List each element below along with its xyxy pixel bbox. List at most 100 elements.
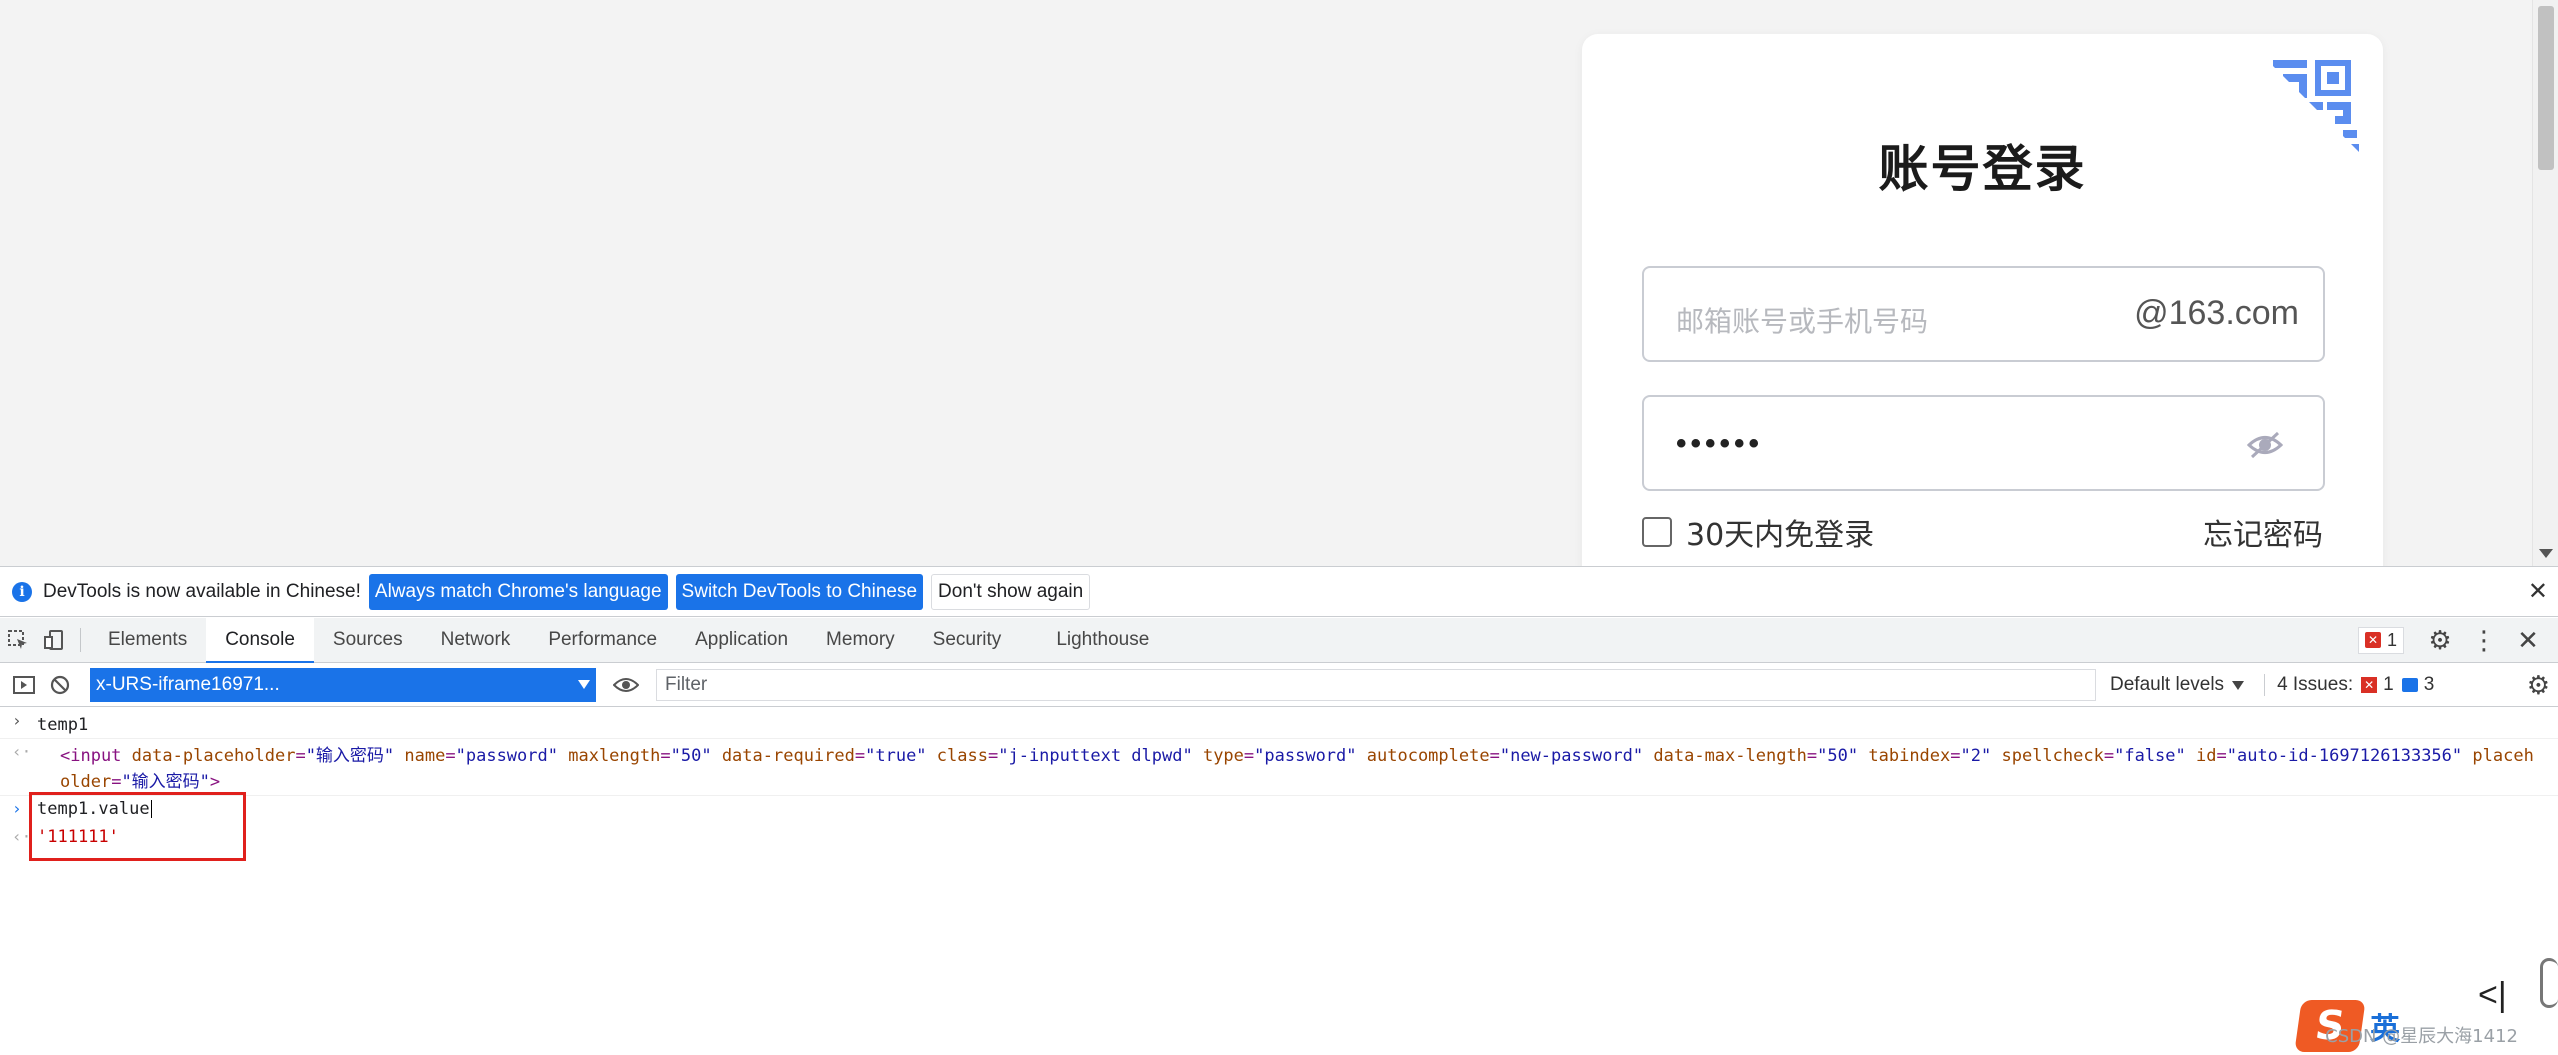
issues-label: 4 Issues:: [2277, 674, 2354, 695]
tab-elements[interactable]: Elements: [89, 618, 206, 662]
clear-console-icon[interactable]: [42, 674, 78, 696]
issue-message-icon: [2401, 678, 2418, 692]
login-card: 账号登录 邮箱账号或手机号码 @163.com •••••• 30天内免登录 忘…: [1582, 34, 2383, 566]
tab-security[interactable]: Security: [914, 618, 1021, 662]
more-options-icon[interactable]: ⋮: [2462, 625, 2506, 656]
tab-performance[interactable]: Performance: [529, 618, 676, 662]
html-attr-value: "输入密码": [121, 772, 210, 792]
html-attr-value: "password": [455, 746, 558, 766]
dont-show-again-button[interactable]: Don't show again: [931, 573, 1091, 610]
annotation-highlight-box: [29, 792, 246, 861]
eye-hidden-icon[interactable]: [2247, 430, 2283, 460]
issue-message-count: 3: [2423, 674, 2435, 695]
email-placeholder: 邮箱账号或手机号码: [1676, 305, 1929, 338]
tab-sources[interactable]: Sources: [314, 618, 422, 662]
html-attr-name: maxlength: [568, 746, 661, 766]
html-attr-value: "auto-id-1697126133356": [2226, 746, 2463, 766]
remember-checkbox[interactable]: [1642, 517, 1672, 547]
live-expression-eye-icon[interactable]: [608, 676, 644, 694]
html-attr-name: tabindex: [1868, 746, 1951, 766]
html-attr-name: data-required: [721, 746, 855, 766]
forgot-password-link[interactable]: 忘记密码: [2203, 510, 2323, 554]
password-field[interactable]: ••••••: [1642, 395, 2325, 491]
close-devtools-icon[interactable]: ✕: [2506, 625, 2550, 656]
switch-to-chinese-button[interactable]: Switch DevTools to Chinese: [675, 573, 924, 610]
tab-network[interactable]: Network: [422, 618, 530, 662]
filter-placeholder: Filter: [665, 674, 708, 695]
remember-me[interactable]: 30天内免登录: [1642, 510, 1874, 554]
issue-error-count: 1: [2383, 674, 2394, 695]
toolbar-divider: [80, 628, 81, 652]
html-attr-value: "new-password": [1499, 746, 1644, 766]
devtools-tabbar: Elements Console Sources Network Perform…: [0, 618, 2558, 663]
inspect-element-icon[interactable]: [0, 618, 36, 662]
console-filter-input[interactable]: Filter: [656, 669, 2096, 701]
console-output[interactable]: › temp1 ‹· <input data-placeholder="输入密码…: [0, 708, 2558, 1055]
tabbar-right-controls: ✕ 1 ⚙ ⋮ ✕: [2357, 618, 2558, 662]
html-attr-name: name: [404, 746, 446, 766]
devtools-panel: i DevTools is now available in Chinese! …: [0, 566, 2558, 1055]
password-value: ••••••: [1676, 427, 1764, 460]
csdn-watermark: CSDN @星辰大海1412: [2325, 1026, 2518, 1047]
html-attr-name: data-max-length: [1653, 746, 1807, 766]
tab-console[interactable]: Console: [206, 618, 314, 663]
close-icon[interactable]: ✕: [2528, 577, 2548, 606]
console-result-line[interactable]: ‹· <input data-placeholder="输入密码" name="…: [0, 739, 2558, 796]
sidebar-toggle-icon[interactable]: [6, 675, 42, 695]
html-attr-value: "true": [865, 746, 927, 766]
error-count-badge[interactable]: ✕ 1: [2357, 626, 2404, 654]
page-scrollbar[interactable]: [2532, 0, 2558, 566]
html-attr-name: id: [2196, 746, 2217, 766]
scroll-down-arrow-icon[interactable]: [2539, 549, 2553, 558]
infobar-message: DevTools is now available in Chinese!: [43, 580, 361, 602]
result-arrow-icon: ‹·: [12, 742, 32, 761]
html-attr-value: "2": [1960, 746, 1992, 766]
issues-counter[interactable]: 4 Issues: ✕ 1 3: [2264, 674, 2434, 696]
email-field[interactable]: 邮箱账号或手机号码 @163.com: [1642, 266, 2325, 362]
console-input-line: › temp1.value: [0, 796, 2558, 824]
html-tag-close: >: [209, 772, 221, 792]
html-attr-name: data-placeholder: [131, 746, 296, 766]
js-context-value: x-URS-iframe16971...: [96, 674, 280, 695]
resize-handle[interactable]: [2540, 958, 2558, 1008]
email-domain-suffix: @163.com: [2134, 294, 2299, 332]
log-levels-dropdown[interactable]: Default levels: [2110, 674, 2245, 696]
text-cursor-icon: <|: [2478, 976, 2507, 1014]
html-attr-name: class: [936, 746, 988, 766]
html-attr-value: "j-inputtext dlpwd": [998, 746, 1193, 766]
device-toolbar-icon[interactable]: [36, 618, 72, 662]
settings-gear-icon[interactable]: ⚙: [2418, 625, 2462, 656]
chevron-down-icon: [578, 680, 590, 689]
html-attr-name: type: [1202, 746, 1244, 766]
log-levels-label: Default levels: [2110, 674, 2225, 695]
prompt-chevron-icon: ›: [12, 799, 22, 818]
js-context-select[interactable]: x-URS-iframe16971...: [90, 668, 596, 702]
html-tag-open: <input: [60, 746, 122, 766]
remember-label: 30天内免登录: [1686, 518, 1875, 553]
always-match-language-button[interactable]: Always match Chrome's language: [368, 573, 668, 610]
caret-down-icon: [2232, 680, 2245, 690]
element-html-output[interactable]: <input data-placeholder="输入密码" name="pas…: [0, 739, 2558, 795]
tab-application[interactable]: Application: [676, 618, 807, 662]
html-attr-value: "50": [670, 746, 712, 766]
console-settings-gear-icon[interactable]: ⚙: [2527, 670, 2550, 701]
html-attr-value: "false": [2114, 746, 2186, 766]
tab-memory[interactable]: Memory: [807, 618, 914, 662]
web-page-area: 账号登录 邮箱账号或手机号码 @163.com •••••• 30天内免登录 忘…: [0, 0, 2558, 566]
html-attr-value: "50": [1817, 746, 1859, 766]
scrollbar-thumb[interactable]: [2538, 6, 2554, 170]
tab-lighthouse[interactable]: Lighthouse: [1020, 618, 1168, 662]
prompt-chevron-icon: ›: [12, 711, 22, 730]
console-result-line: ‹· '111111': [0, 824, 2558, 852]
html-attr-value: "password": [1254, 746, 1357, 766]
html-attr-name: spellcheck: [2001, 746, 2104, 766]
console-input-line: › temp1: [0, 708, 2558, 739]
error-icon: ✕: [2364, 632, 2381, 648]
console-toolbar: x-URS-iframe16971... Filter Default leve…: [0, 664, 2558, 707]
issue-error-icon: ✕: [2361, 677, 2378, 693]
html-attr-name: autocomplete: [1366, 746, 1490, 766]
console-command: temp1: [37, 715, 89, 735]
login-title: 账号登录: [1878, 140, 2087, 198]
info-icon: i: [12, 581, 32, 602]
language-infobar: i DevTools is now available in Chinese! …: [0, 567, 2558, 617]
